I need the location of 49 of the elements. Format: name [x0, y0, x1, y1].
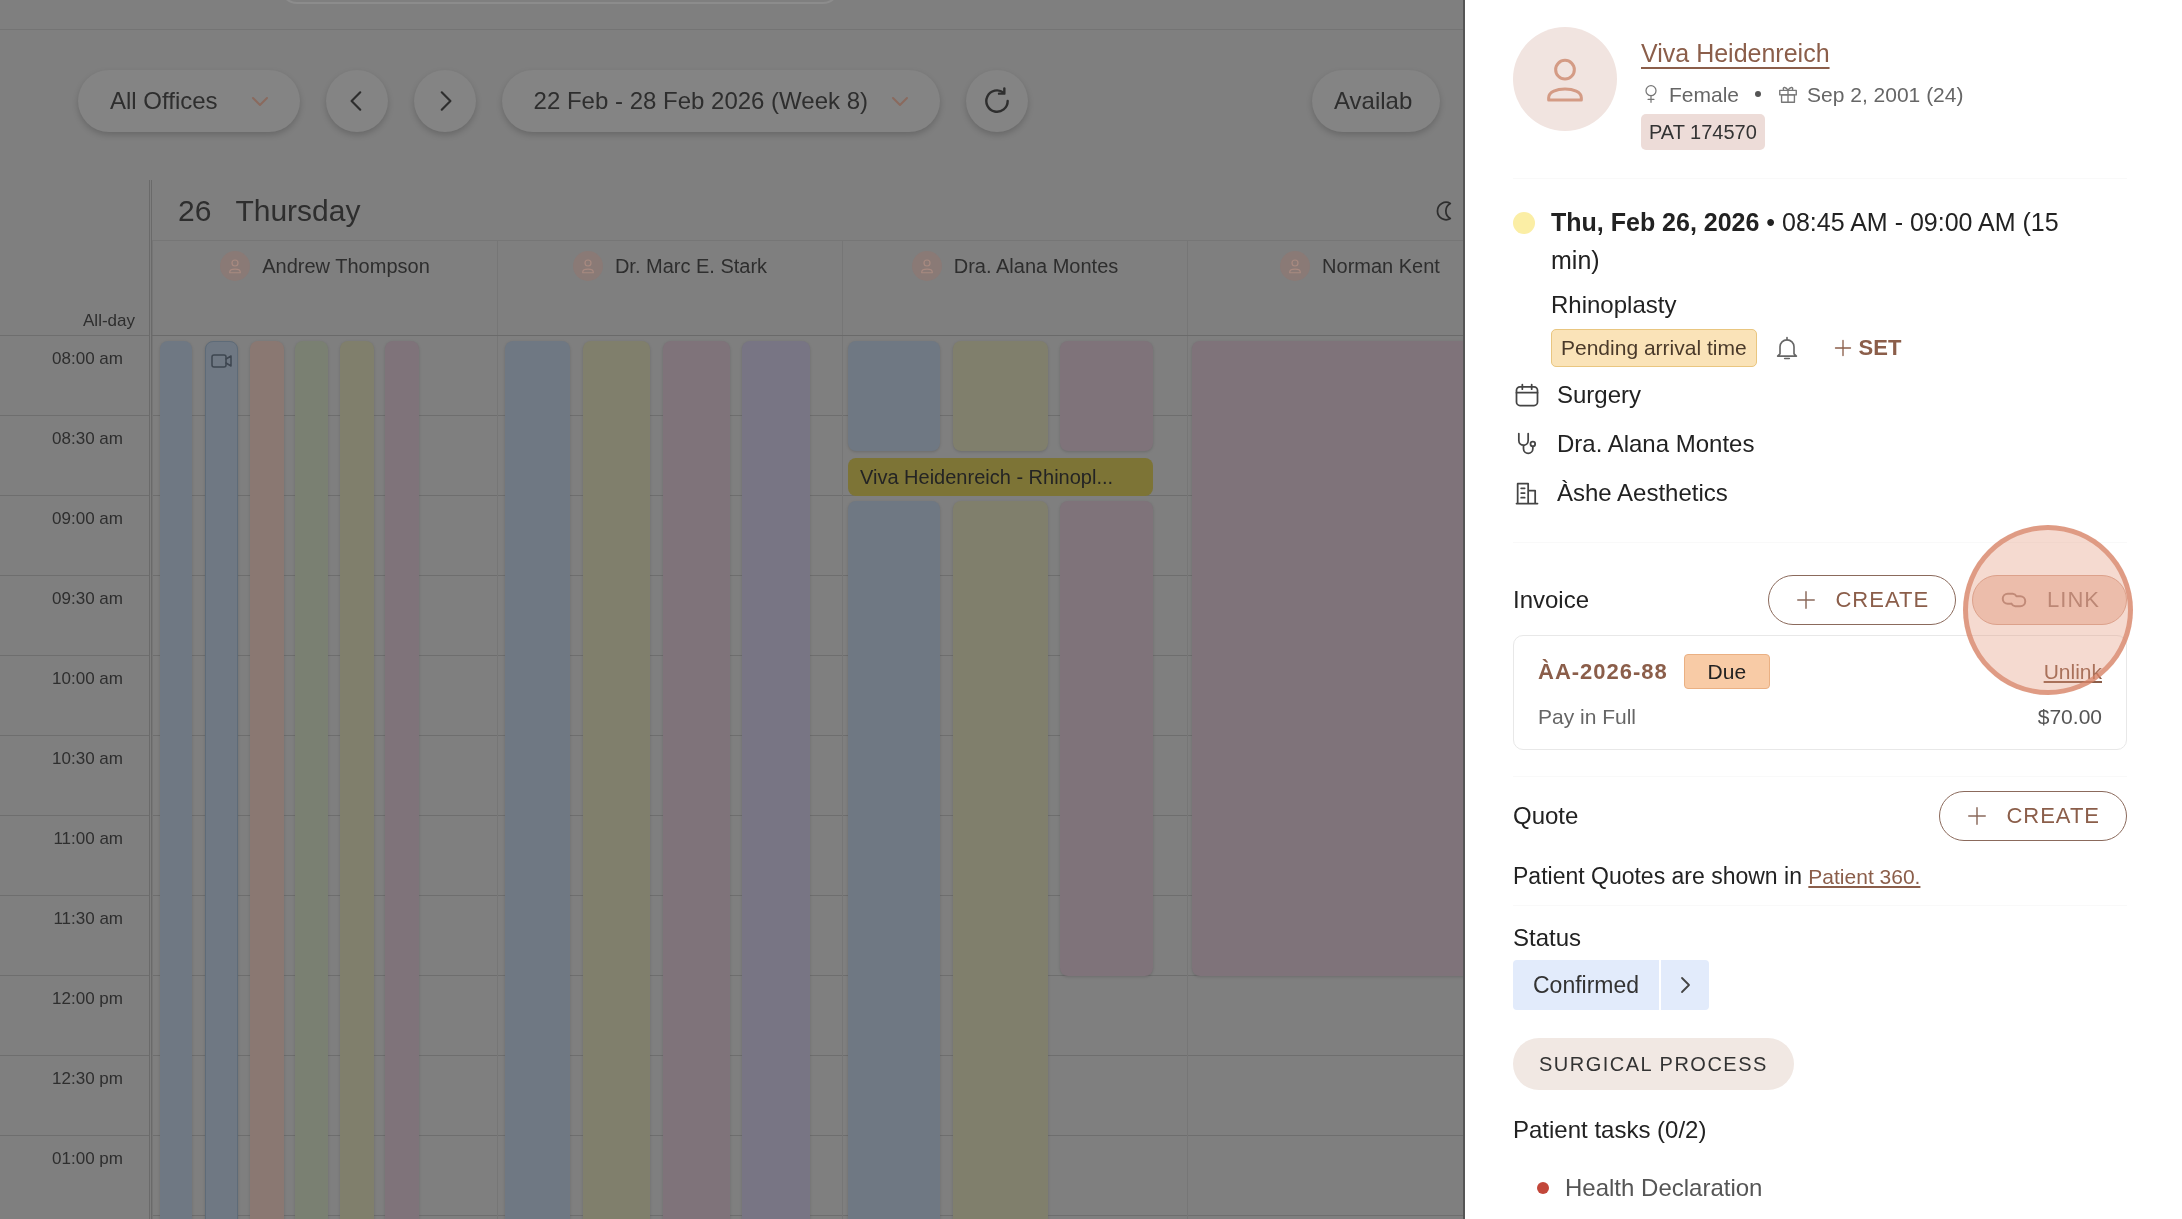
time-label: 09:30 am — [52, 589, 123, 608]
time-label: 01:00 pm — [52, 1149, 123, 1168]
resource-name: Norman Kent — [1322, 254, 1440, 279]
time-label: 12:00 pm — [52, 989, 123, 1008]
birth-date-text: Sep 2, 2001 (24) — [1807, 81, 1964, 108]
time-label: 12:30 pm — [52, 1069, 123, 1088]
invoice-label: Invoice — [1513, 584, 1590, 615]
create-invoice-button[interactable]: CREATE — [1768, 574, 1957, 625]
office-dropdown[interactable]: All Offices — [78, 70, 300, 132]
invoice-number: ÀA-2026-88 — [1538, 657, 1668, 686]
time-label: 08:30 am — [52, 429, 123, 448]
unlink-link[interactable]: Unlink — [2043, 655, 2102, 687]
patient-name-link[interactable]: Viva Heidenreich — [1641, 39, 1830, 67]
weekday-label: Thursday — [235, 192, 361, 229]
due-status-tag: Due — [1683, 653, 1770, 689]
resource-name: Dr. Marc E. Stark — [614, 254, 768, 279]
date-range-dropdown[interactable]: 22 Feb - 28 Feb 2026 (Week 8) — [501, 70, 940, 132]
resource-name: Dra. Alana Montes — [953, 254, 1119, 279]
appointment-time: Thu, Feb 26, 2026 • 08:45 AM - 09:00 AM (15 min) — [1551, 207, 2060, 276]
procedure-name: Rhinoplasty — [1551, 290, 1678, 320]
all-day-label: All-day — [83, 309, 135, 332]
time-label: 10:00 am — [52, 669, 123, 688]
status-dropdown[interactable]: Confirmed — [1513, 960, 1660, 1010]
surgical-process-button[interactable]: SURGICAL PROCESS — [1513, 1038, 1794, 1090]
appointment-event[interactable]: Viva Heidenreich - Rhinopl... — [848, 458, 1153, 496]
day-number: 26 — [178, 192, 212, 229]
time-label: 08:00 am — [52, 349, 123, 368]
detail-text: Àshe Aesthetics — [1557, 478, 1728, 508]
quote-note: Patient Quotes are shown in Patient 360. — [1513, 861, 1922, 891]
availability-button[interactable]: Availab — [1312, 70, 1441, 132]
time-label: 09:00 am — [52, 509, 123, 528]
resource-name: Andrew Thompson — [262, 254, 430, 279]
invoice-amount: $70.00 — [2037, 704, 2102, 730]
time-label: 10:30 am — [52, 749, 123, 768]
patient-tasks-title: Patient tasks (0/2) — [1513, 1115, 1708, 1145]
payment-type-text: Pay in Full — [1538, 704, 1637, 730]
gender-text: Female — [1669, 81, 1740, 108]
detail-text: Surgery — [1557, 380, 1642, 410]
detail-text: Dra. Alana Montes — [1557, 429, 1755, 459]
set-arrival-button[interactable]: SET — [1832, 331, 1902, 365]
time-label: 11:00 am — [53, 829, 123, 848]
task-label[interactable]: Health Declaration — [1565, 1170, 1763, 1206]
create-quote-button[interactable]: CREATE — [1939, 790, 2127, 841]
status-label: Status — [1513, 923, 1583, 953]
patient-360-link[interactable]: Patient 360. — [1808, 864, 1921, 888]
quote-label: Quote — [1513, 800, 1579, 831]
patient-id-tag: PAT 174570 — [1641, 114, 1765, 150]
time-label: 11:30 am — [53, 909, 123, 928]
arrival-status-tag: Pending arrival time — [1551, 329, 1757, 367]
